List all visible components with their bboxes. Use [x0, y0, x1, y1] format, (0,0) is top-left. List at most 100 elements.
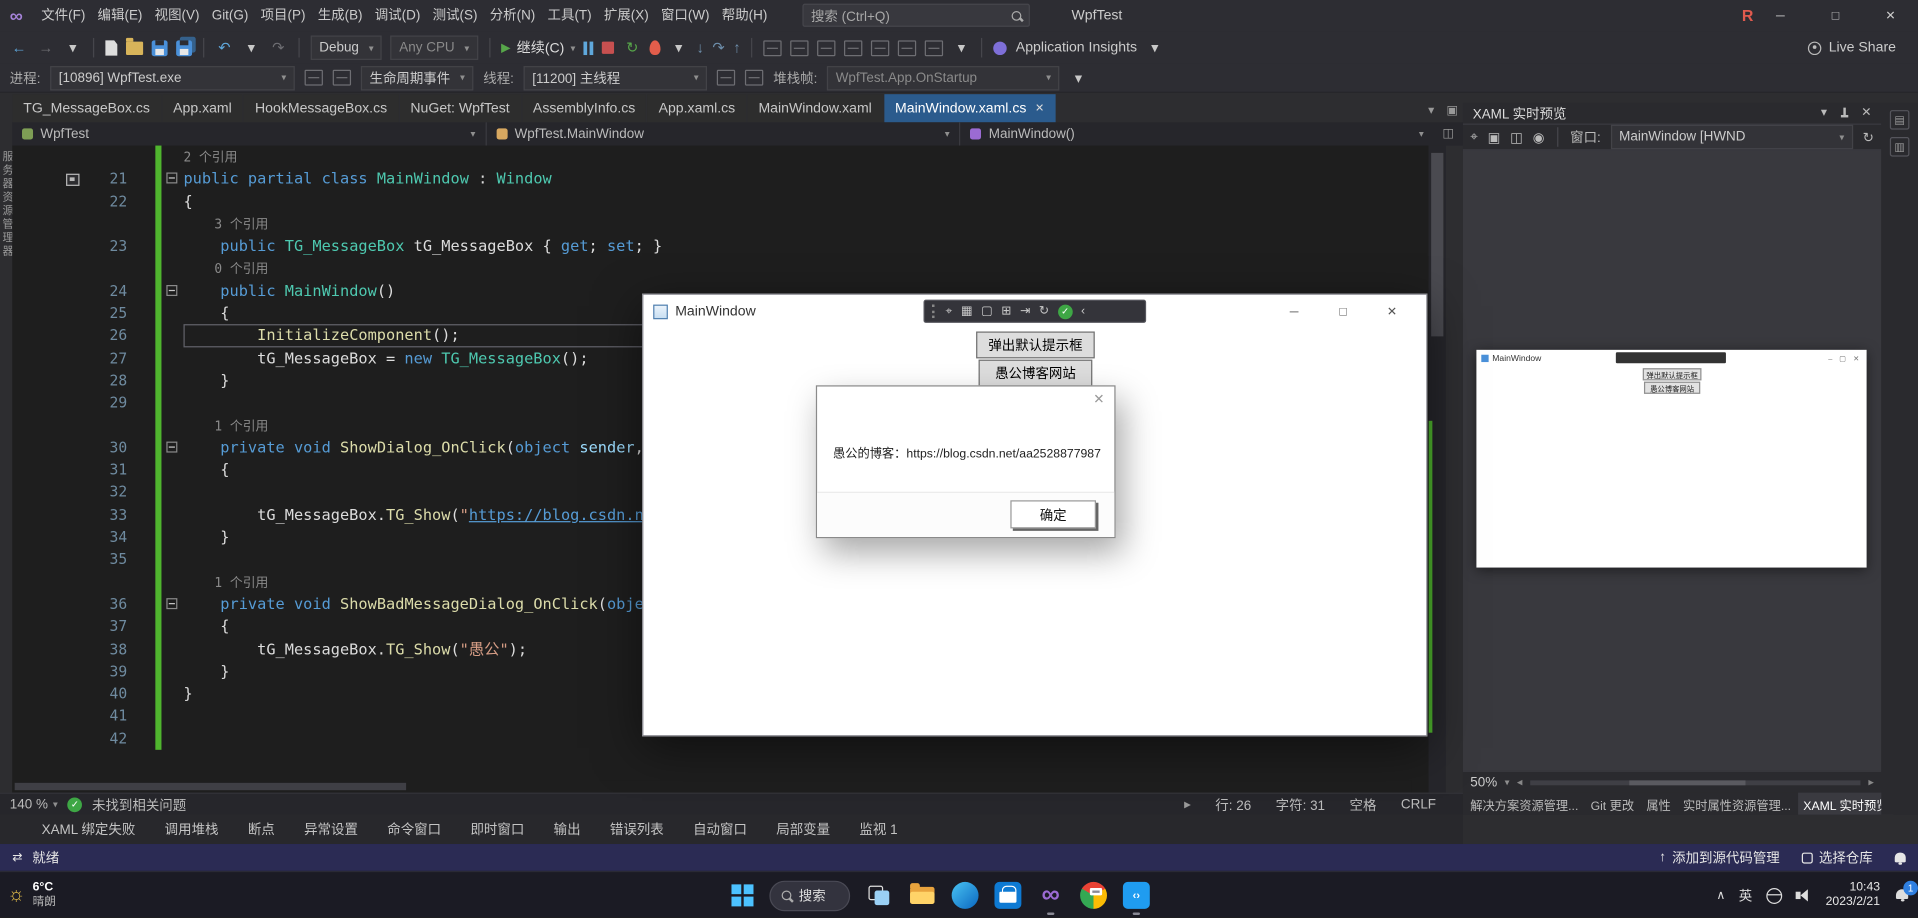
preview-zoom-value[interactable]: 50%	[1470, 775, 1497, 790]
bottom-panel-tab-调用堆栈[interactable]: 调用堆栈	[152, 820, 230, 840]
application-insights-dropdown-icon[interactable]: ▾	[1146, 38, 1164, 58]
document-tab-HookMessageBox.cs[interactable]: HookMessageBox.cs	[244, 94, 399, 123]
column-indicator[interactable]: 字符: 31	[1276, 794, 1325, 814]
code-line[interactable]: public TG_MessageBox tG_MessageBox { get…	[183, 235, 1414, 257]
step-out-icon[interactable]: ↑	[733, 39, 740, 56]
editor-vertical-scrollbar[interactable]	[1428, 145, 1446, 793]
hot-reload-icon[interactable]: ↻	[1039, 305, 1049, 317]
bottom-panel-tab-输出[interactable]: 输出	[541, 820, 592, 840]
float-tab-icon[interactable]: ▣	[1446, 104, 1458, 117]
menu-item-生成(B)[interactable]: 生成(B)	[312, 0, 369, 32]
element-picker-icon[interactable]: ⌖	[946, 305, 953, 317]
show-threads-icon[interactable]	[745, 69, 764, 86]
panel-tab-实时属性资源管理...[interactable]: 实时属性资源管理...	[1678, 793, 1796, 815]
breadcrumb-member[interactable]: MainWindow() ▾	[959, 122, 1433, 146]
step-over-icon[interactable]: ↷	[712, 39, 724, 56]
show-adorners-icon[interactable]: ▣	[1488, 129, 1501, 145]
document-tab-App.xaml.cs[interactable]: App.xaml.cs	[647, 94, 747, 123]
network-icon[interactable]	[1765, 887, 1782, 904]
menu-item-文件(F)[interactable]: 文件(F)	[35, 0, 91, 32]
flag-thread-icon[interactable]	[716, 69, 736, 86]
bottom-panel-tab-断点[interactable]: 断点	[236, 820, 287, 840]
xaml-preview-thumbnail[interactable]: MainWindow – ▢ ✕ 弹出默认提示框 愚公博客网站	[1476, 349, 1867, 568]
toolbar-enabled-icon[interactable]: ✓	[1057, 303, 1073, 319]
toolbox-icon[interactable]	[844, 39, 863, 56]
fold-collapse-icon[interactable]	[166, 598, 178, 610]
bottom-panel-tab-XAML 绑定失败[interactable]: XAML 绑定失败	[29, 820, 147, 840]
dialog-ok-button[interactable]: 确定	[1010, 500, 1096, 529]
codelens-margin-icon[interactable]	[66, 173, 80, 186]
panel-tab-解决方案资源管理...[interactable]: 解决方案资源管理...	[1465, 793, 1583, 815]
solution-configuration-dropdown[interactable]: Debug ▾	[310, 35, 383, 60]
hot-reload-dropdown-icon[interactable]: ▾	[670, 38, 688, 58]
active-files-dropdown-icon[interactable]: ▾	[1428, 104, 1434, 117]
bottom-panel-tab-监视 1[interactable]: 监视 1	[847, 820, 910, 840]
redo-icon[interactable]: ↷	[269, 38, 287, 58]
bottom-panel-tab-异常设置[interactable]: 异常设置	[292, 820, 370, 840]
show-alignment-icon[interactable]: ⊞	[1001, 305, 1011, 317]
task-view-icon[interactable]	[866, 882, 893, 909]
hot-reload-icon[interactable]	[649, 40, 662, 56]
close-button[interactable]: ✕	[1863, 0, 1918, 32]
panel-close-icon[interactable]: ✕	[1861, 106, 1871, 119]
code-line[interactable]: 0 个引用	[183, 257, 1414, 279]
taskbar-search[interactable]: 搜索	[769, 880, 851, 911]
minimize-button[interactable]: ─	[1753, 0, 1808, 32]
bottom-panel-tab-即时窗口[interactable]: 即时窗口	[458, 820, 536, 840]
save-icon[interactable]	[151, 39, 168, 56]
nav-back-icon[interactable]: ←	[10, 38, 28, 58]
visual-studio-icon[interactable]: ∞	[1037, 881, 1064, 915]
editor-horizontal-scrollbar[interactable]	[12, 780, 1412, 793]
collapse-toolbar-icon[interactable]: ‹	[1081, 305, 1085, 317]
preview-window-dropdown[interactable]: MainWindow [HWND ▾	[1610, 124, 1853, 150]
microsoft-store-icon[interactable]	[994, 881, 1022, 909]
application-insights-label[interactable]: Application Insights	[1016, 40, 1137, 55]
code-health-icon[interactable]: ✓	[67, 796, 83, 812]
edge-browser-icon[interactable]	[951, 881, 979, 909]
menu-item-窗口(W)[interactable]: 窗口(W)	[655, 0, 716, 32]
volume-icon[interactable]	[1795, 887, 1812, 904]
eol-indicator[interactable]: CRLF	[1401, 797, 1436, 812]
yugong-blog-button[interactable]: 愚公博客网站	[978, 359, 1093, 387]
quick-search-box[interactable]: 搜索 (Ctrl+Q)	[802, 3, 1030, 27]
line-indicator[interactable]: 行: 26	[1215, 794, 1251, 814]
bottom-panel-tab-自动窗口[interactable]: 自动窗口	[681, 820, 759, 840]
fold-collapse-icon[interactable]	[166, 441, 178, 453]
live-share-button[interactable]: Live Share	[1807, 40, 1908, 55]
highlight-element-icon[interactable]: ◉	[1533, 129, 1545, 145]
show-ruler-icon[interactable]: ◫	[1510, 129, 1523, 145]
document-tab-MainWindow.xaml[interactable]: MainWindow.xaml	[747, 94, 883, 123]
tg-messagebox-dialog[interactable]: ✕ 愚公的博客：https://blog.csdn.net/aa25288779…	[815, 385, 1116, 539]
xaml-inapp-toolbar[interactable]: ⌖ ▦ ▢ ⊞ ⇥ ↻ ✓ ‹	[923, 299, 1147, 323]
bottom-panel-tab-错误列表[interactable]: 错误列表	[598, 820, 676, 840]
select-element-icon[interactable]: ▢	[981, 305, 993, 317]
indentation-indicator[interactable]: 空格	[1350, 794, 1377, 814]
hidden-icons-chevron[interactable]: ∧	[1716, 889, 1725, 902]
tab-close-icon[interactable]: ✕	[1035, 102, 1044, 115]
r-extension-icon[interactable]: R	[1742, 0, 1753, 32]
panel-tab-Git 更改[interactable]: Git 更改	[1586, 793, 1639, 815]
background-tasks-icon[interactable]: ⇄	[12, 851, 22, 864]
document-tab-TG_MessageBox.cs[interactable]: TG_MessageBox.cs	[12, 94, 161, 123]
document-tab-AssemblyInfo.cs[interactable]: AssemblyInfo.cs	[521, 94, 647, 123]
continue-button[interactable]: ▶ 继续(C) ▾	[501, 38, 575, 58]
break-all-icon[interactable]	[583, 40, 594, 55]
menu-item-Git(G)[interactable]: Git(G)	[206, 0, 255, 32]
nav-forward-icon[interactable]: →	[37, 38, 55, 58]
breadcrumb-type[interactable]: WpfTest.MainWindow ▾	[485, 122, 959, 146]
menu-item-编辑(E)[interactable]: 编辑(E)	[91, 0, 148, 32]
bottom-panel-tab-局部变量[interactable]: 局部变量	[764, 820, 842, 840]
toolbar-overflow-icon[interactable]: ▾	[952, 38, 970, 58]
refresh-preview-icon[interactable]: ↻	[1863, 129, 1874, 145]
auto-hide-tab-icon-1[interactable]: ▤	[1889, 110, 1910, 130]
bookmark-icon[interactable]	[871, 39, 890, 56]
app-minimize-button[interactable]: ─	[1270, 295, 1319, 329]
code-line[interactable]: 3 个引用	[183, 213, 1414, 235]
start-button[interactable]	[731, 884, 754, 907]
code-line[interactable]: public partial class MainWindow : Window	[183, 168, 1414, 190]
panel-menu-dropdown-icon[interactable]: ▾	[1821, 106, 1827, 119]
add-to-source-control-button[interactable]: ↑ 添加到源代码管理	[1659, 848, 1779, 868]
code-line[interactable]: 2 个引用	[183, 146, 1414, 168]
dialog-close-icon[interactable]: ✕	[1093, 391, 1104, 408]
undo-icon[interactable]: ↶	[215, 38, 233, 58]
